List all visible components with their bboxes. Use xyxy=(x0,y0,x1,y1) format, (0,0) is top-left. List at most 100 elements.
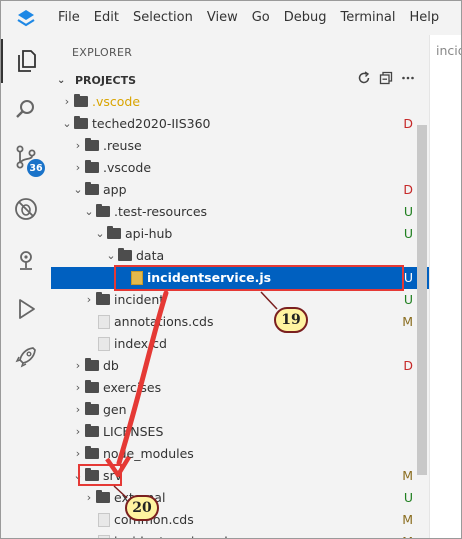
chevron-down-icon: ⌄ xyxy=(57,74,66,86)
tree-folder-row[interactable]: ⌄ app D xyxy=(51,179,429,201)
folder-icon xyxy=(74,116,88,129)
chevron-right-icon[interactable]: › xyxy=(72,355,84,377)
collapse-all-icon[interactable] xyxy=(379,71,393,89)
editor-tab[interactable]: incid xyxy=(436,43,461,58)
chevron-right-icon[interactable]: › xyxy=(72,399,84,421)
menu-file[interactable]: File xyxy=(51,1,87,35)
tree-item-label: .vscode xyxy=(92,94,141,109)
chevron-right-icon[interactable]: › xyxy=(72,421,84,443)
chevron-down-icon[interactable]: ⌄ xyxy=(105,245,117,267)
folder-icon xyxy=(85,446,99,459)
chevron-down-icon[interactable]: ⌄ xyxy=(72,179,84,201)
remote-explorer-icon[interactable] xyxy=(1,239,51,283)
tree-file-row[interactable]: index.cd xyxy=(51,333,429,355)
tree-folder-row[interactable]: › .vscode xyxy=(51,157,429,179)
folder-icon xyxy=(96,204,110,217)
tree-item-label: LICENSES xyxy=(103,424,164,439)
menu-go[interactable]: Go xyxy=(245,1,277,35)
tree-folder-row[interactable]: › db D xyxy=(51,355,429,377)
section-actions xyxy=(357,69,415,91)
chevron-right-icon[interactable]: › xyxy=(72,135,84,157)
menu-terminal[interactable]: Terminal xyxy=(334,1,403,35)
debug-icon[interactable] xyxy=(1,187,51,231)
tree-item-label: .vscode xyxy=(103,160,152,175)
tree-folder-row[interactable]: ⌄ data xyxy=(51,245,429,267)
tree-item-label: exercises xyxy=(103,380,162,395)
menu-items: File Edit Selection View Go Debug Terminal Help xyxy=(51,1,446,35)
folder-icon xyxy=(107,226,121,239)
tree-item-label: data xyxy=(136,248,165,263)
tree-item-label: index.cd xyxy=(114,336,167,351)
tree-folder-row[interactable]: › exercises xyxy=(51,377,429,399)
tree-folder-row[interactable]: › gen xyxy=(51,399,429,421)
chevron-right-icon[interactable]: › xyxy=(72,157,84,179)
ide-window: File Edit Selection View Go Debug Terminal Help… xyxy=(0,0,462,539)
more-icon[interactable] xyxy=(401,71,415,89)
git-status-badge: U xyxy=(403,226,413,241)
run-icon[interactable] xyxy=(1,287,51,331)
chevron-down-icon[interactable]: ⌄ xyxy=(94,223,106,245)
menu-selection[interactable]: Selection xyxy=(126,1,200,35)
source-control-icon[interactable]: 36 xyxy=(1,135,51,179)
git-status-badge: U xyxy=(403,270,413,285)
tree-item-label: gen xyxy=(103,402,127,417)
tree-file-row[interactable]: common.cds M xyxy=(51,509,429,531)
menu-debug[interactable]: Debug xyxy=(277,1,334,35)
tree-folder-row[interactable]: ⌄ teched2020-IIS360 D xyxy=(51,113,429,135)
tree-item-label: incidentservice.cds xyxy=(114,531,234,538)
git-status-badge: D xyxy=(403,182,413,197)
search-icon[interactable] xyxy=(1,87,51,131)
tree-item-label: node_modules xyxy=(103,446,194,461)
chevron-right-icon[interactable]: › xyxy=(72,443,84,465)
file-icon xyxy=(98,535,110,538)
chevron-down-icon[interactable]: ⌄ xyxy=(61,113,73,135)
git-status-badge: U xyxy=(403,204,413,219)
folder-icon xyxy=(85,402,99,415)
file-icon xyxy=(98,513,110,527)
tree-folder-row[interactable]: › node_modules xyxy=(51,443,429,465)
chevron-right-icon[interactable]: › xyxy=(72,377,84,399)
git-status-badge: U xyxy=(403,490,413,505)
tree-folder-row[interactable]: ⌄ api-hub U xyxy=(51,223,429,245)
tree-file-row[interactable]: annotations.cds M xyxy=(51,311,429,333)
projects-section-header[interactable]: ⌄ PROJECTS xyxy=(51,69,429,91)
chevron-right-icon[interactable]: › xyxy=(83,487,95,509)
chevron-right-icon[interactable]: › xyxy=(83,289,95,311)
git-status-badge: D xyxy=(403,116,413,131)
tree-item-label: incident xyxy=(114,292,165,307)
tree-folder-row[interactable]: › .vscode xyxy=(51,91,429,113)
tree-item-label: .reuse xyxy=(103,138,142,153)
folder-icon xyxy=(96,490,110,503)
folder-icon xyxy=(85,358,99,371)
tree-item-label: api-hub xyxy=(125,226,173,241)
folder-icon xyxy=(85,424,99,437)
refresh-icon[interactable] xyxy=(357,71,371,89)
file-icon xyxy=(98,315,110,329)
tree-folder-row[interactable]: › incident U xyxy=(51,289,429,311)
tree-folder-row[interactable]: › .reuse xyxy=(51,135,429,157)
git-status-badge: M xyxy=(402,468,413,483)
tree-item-label: db xyxy=(103,358,119,373)
deploy-rocket-icon[interactable] xyxy=(1,335,51,379)
git-status-badge: M xyxy=(402,512,413,527)
chevron-right-icon[interactable]: › xyxy=(61,91,73,113)
tree-folder-row[interactable]: ›externalU xyxy=(51,487,429,509)
folder-icon xyxy=(85,160,99,173)
sidebar-scrollbar[interactable] xyxy=(417,125,427,475)
menu-edit[interactable]: Edit xyxy=(87,1,126,35)
activity-bar: 36 xyxy=(1,35,51,538)
chevron-down-icon[interactable]: ⌄ xyxy=(83,201,95,223)
menu-view[interactable]: View xyxy=(200,1,245,35)
tree-file-row[interactable]: incidentservice.cds M xyxy=(51,531,429,538)
callout-19: 19 xyxy=(274,307,308,333)
projects-section-title: PROJECTS xyxy=(75,73,136,87)
file-icon xyxy=(98,337,110,351)
callout-20: 20 xyxy=(125,495,159,521)
highlight-box-srv xyxy=(78,464,122,486)
tree-folder-row[interactable]: ⌄ .test-resources U xyxy=(51,201,429,223)
explorer-icon[interactable] xyxy=(1,39,51,83)
folder-icon xyxy=(85,380,99,393)
scm-count-badge: 36 xyxy=(27,159,45,177)
menu-help[interactable]: Help xyxy=(402,1,446,35)
tree-folder-row[interactable]: › LICENSES xyxy=(51,421,429,443)
